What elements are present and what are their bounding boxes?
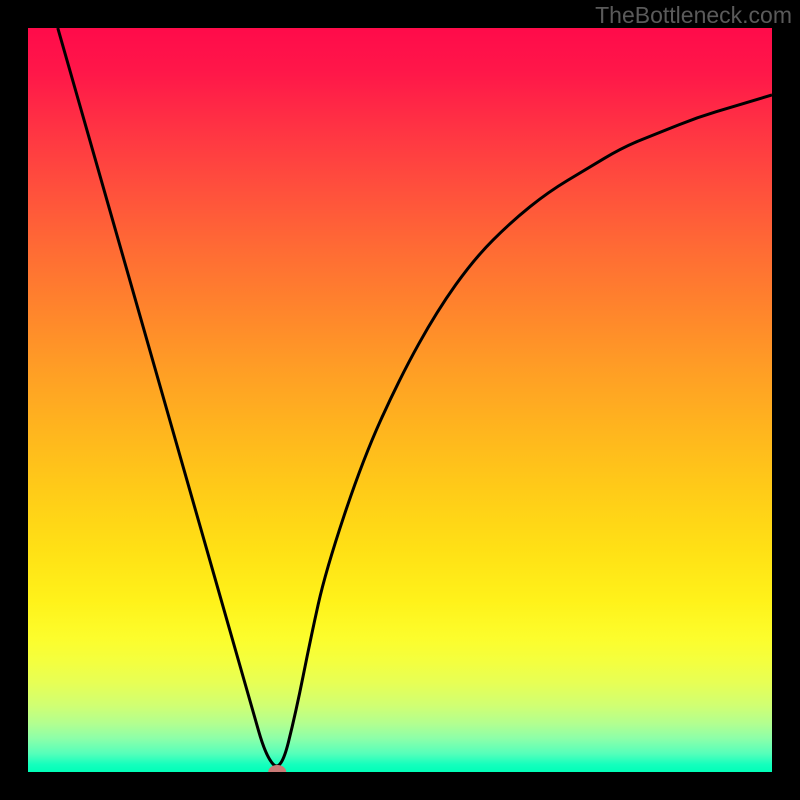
gradient-background	[28, 28, 772, 772]
chart-svg	[28, 28, 772, 772]
plot-area	[28, 28, 772, 772]
watermark-text: TheBottleneck.com	[595, 2, 792, 29]
chart-frame: TheBottleneck.com	[0, 0, 800, 800]
